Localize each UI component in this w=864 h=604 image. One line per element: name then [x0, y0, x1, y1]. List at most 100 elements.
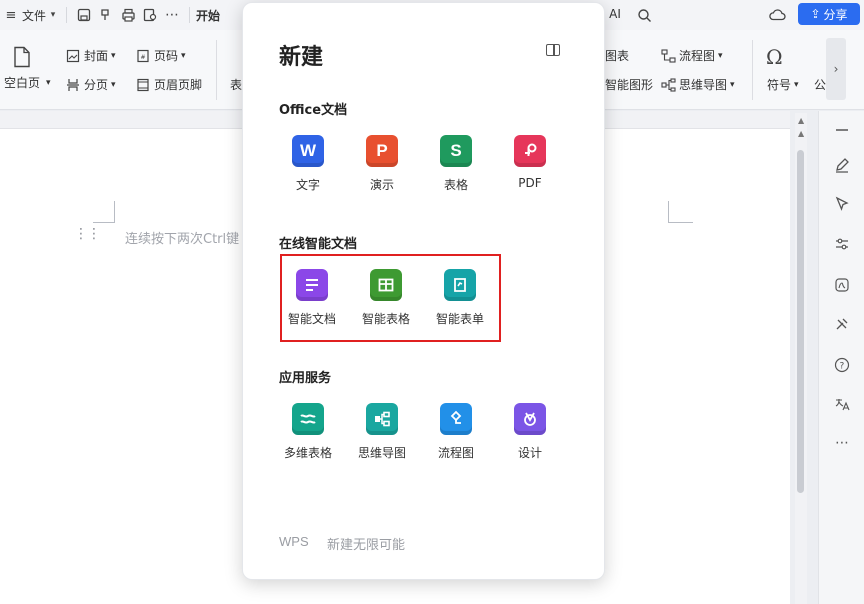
- app-label: 演示: [369, 178, 394, 192]
- tools-icon[interactable]: [819, 316, 864, 332]
- smart-sheet-icon: [370, 269, 402, 301]
- section-title-services: 应用服务: [279, 371, 332, 386]
- chevron-down-icon: ▾: [718, 50, 723, 61]
- blank-page-dropdown[interactable]: ▾: [46, 78, 51, 88]
- translate-icon[interactable]: [819, 396, 864, 412]
- cursor-icon[interactable]: [819, 196, 864, 212]
- app-label: 表格: [443, 178, 468, 192]
- sidebar-panel-icon[interactable]: [546, 44, 560, 56]
- cover-label: 封面: [84, 49, 109, 63]
- new-document-popup: 新建 Office文档 W 文字 P 演示 S 表格 PDF 在线智能文档 智能…: [242, 2, 605, 580]
- new-word-button[interactable]: W 文字: [273, 135, 343, 193]
- save-icon[interactable]: [73, 4, 95, 26]
- presentation-icon: P: [366, 135, 398, 167]
- new-flowchart-button[interactable]: 流程图: [421, 403, 491, 461]
- page-break-button[interactable]: 分页 ▾: [65, 76, 116, 93]
- symbol-button[interactable]: Ω: [766, 46, 783, 68]
- share-button[interactable]: ⇪ 分享: [798, 3, 860, 25]
- print-icon[interactable]: [117, 4, 139, 26]
- scroll-up-icon[interactable]: ▲: [798, 129, 804, 138]
- right-sidebar: ? ⋯: [818, 111, 864, 604]
- scrollbar-thumb[interactable]: [797, 150, 804, 493]
- tab-start[interactable]: 开始: [196, 7, 220, 24]
- blank-page-button[interactable]: 空白页: [4, 46, 40, 91]
- new-multi-table-button[interactable]: 多维表格: [273, 403, 343, 461]
- more-icon[interactable]: ⋯: [819, 435, 864, 451]
- cover-icon: [65, 48, 81, 64]
- symbol-dropdown[interactable]: 符号 ▾: [767, 76, 799, 93]
- sliders-icon[interactable]: [819, 236, 864, 252]
- chevron-down-icon: ▾: [111, 79, 116, 90]
- formula-label: 公: [814, 78, 827, 92]
- header-footer-icon: [135, 77, 151, 93]
- new-smart-form-button[interactable]: 智能表单: [425, 269, 495, 327]
- app-label: 智能表格: [361, 312, 410, 326]
- page-number-label: 页码: [154, 49, 179, 63]
- menu-icon[interactable]: ≡: [0, 4, 22, 26]
- omega-icon: Ω: [766, 45, 783, 69]
- pen-icon[interactable]: [819, 157, 864, 173]
- drag-handle-icon[interactable]: ⋮⋮: [74, 226, 101, 242]
- app-label: 智能表单: [435, 312, 484, 326]
- word-icon: W: [292, 135, 324, 167]
- popup-title: 新建: [279, 45, 324, 70]
- new-mindmap-button[interactable]: 思维导图: [347, 403, 417, 461]
- help-icon[interactable]: ?: [819, 357, 864, 373]
- page-number-button[interactable]: # 页码 ▾: [135, 47, 186, 64]
- new-design-button[interactable]: 设计: [495, 403, 565, 461]
- flowchart-button[interactable]: 流程图 ▾: [660, 47, 723, 64]
- spreadsheet-icon: S: [440, 135, 472, 167]
- handwriting-icon[interactable]: [819, 277, 864, 293]
- file-menu[interactable]: 文件: [22, 7, 46, 24]
- smart-doc-icon: [296, 269, 328, 301]
- flowchart-icon: [660, 48, 676, 64]
- app-label: 流程图: [437, 446, 474, 460]
- more-icon[interactable]: ⋯: [161, 4, 183, 26]
- crop-mark: [93, 201, 115, 223]
- app-label: PDF: [518, 176, 542, 190]
- mindmap-label: 思维导图: [679, 78, 728, 92]
- flowchart-label: 流程图: [679, 49, 716, 63]
- document-hint-text: 连续按下两次Ctrl键: [125, 232, 240, 247]
- new-smart-sheet-button[interactable]: 智能表格: [351, 269, 421, 327]
- app-label: 思维导图: [357, 446, 406, 460]
- app-label: 智能文档: [287, 312, 336, 326]
- smart-shape-button[interactable]: 智能图形: [605, 76, 653, 93]
- header-footer-button[interactable]: 页眉页脚: [135, 76, 202, 93]
- ribbon-scroll-right-button[interactable]: ›: [826, 38, 846, 100]
- new-presentation-button[interactable]: P 演示: [347, 135, 417, 193]
- search-icon[interactable]: [633, 4, 655, 26]
- mindmap-icon: [366, 403, 398, 435]
- chevron-down-icon: ▾: [111, 50, 116, 61]
- chart-label: 图表: [605, 49, 630, 63]
- chevron-down-icon: ▾: [181, 50, 186, 61]
- crop-mark: [668, 201, 693, 223]
- format-painter-icon[interactable]: [95, 4, 117, 26]
- scroll-up-icon[interactable]: ▲: [798, 116, 804, 125]
- section-title-online: 在线智能文档: [279, 237, 358, 252]
- cloud-icon[interactable]: [766, 4, 788, 26]
- table-label: 表: [230, 78, 243, 92]
- formula-button[interactable]: 公: [814, 76, 826, 93]
- table-button[interactable]: 表: [230, 76, 242, 93]
- cover-button[interactable]: 封面 ▾: [65, 47, 116, 64]
- chevron-down-icon[interactable]: ▾: [46, 4, 60, 26]
- share-icon: ⇪: [810, 7, 821, 21]
- chart-button[interactable]: 图表: [605, 47, 629, 64]
- page-number-icon: #: [135, 48, 151, 64]
- svg-text:#: #: [141, 54, 146, 61]
- design-icon: [514, 403, 546, 435]
- new-smart-doc-button[interactable]: 智能文档: [277, 269, 347, 327]
- header-footer-label: 页眉页脚: [154, 78, 203, 92]
- chevron-down-icon: ▾: [730, 79, 735, 90]
- app-label: 文字: [295, 178, 320, 192]
- print-preview-icon[interactable]: [139, 4, 161, 26]
- footer-brand: WPS: [279, 534, 309, 549]
- app-label: 设计: [517, 446, 542, 460]
- new-spreadsheet-button[interactable]: S 表格: [421, 135, 491, 193]
- mindmap-button[interactable]: 思维导图 ▾: [660, 76, 735, 93]
- blank-page-icon: [14, 46, 30, 68]
- symbol-label: 符号: [767, 78, 792, 92]
- new-pdf-button[interactable]: PDF: [495, 135, 565, 190]
- collapse-icon[interactable]: [819, 125, 864, 135]
